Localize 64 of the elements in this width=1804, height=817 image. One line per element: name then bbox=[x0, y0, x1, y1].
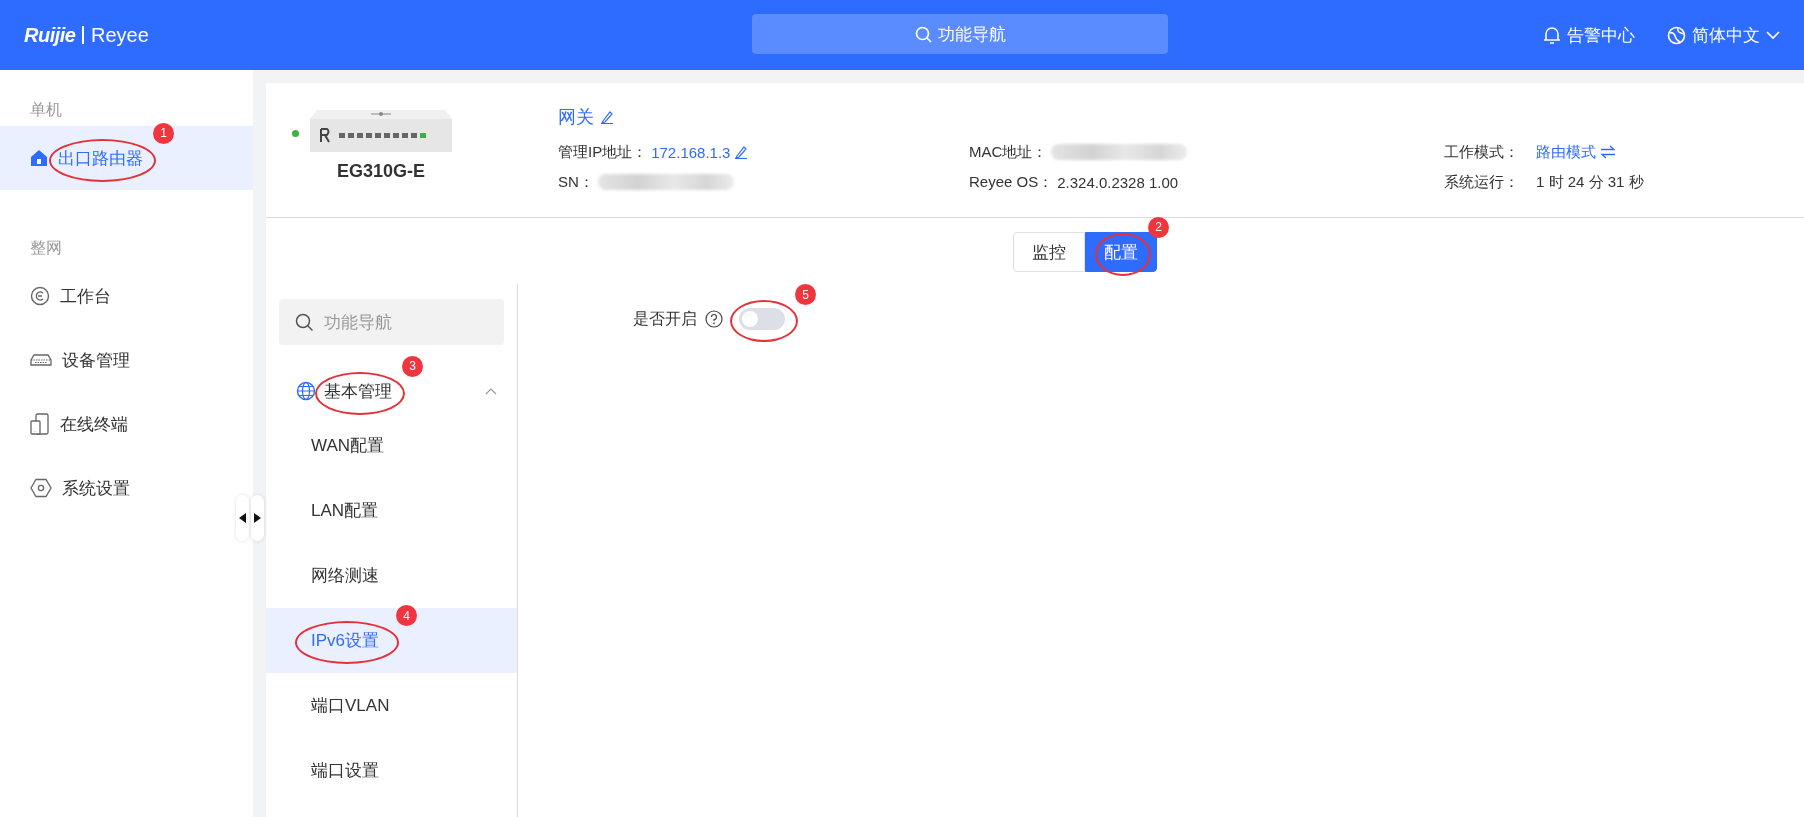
chevron-down-icon bbox=[1766, 30, 1780, 40]
tablet-icon bbox=[30, 413, 50, 435]
collapse-button[interactable] bbox=[236, 495, 249, 541]
sidebar-item[interactable]: 系统设置 bbox=[0, 456, 253, 520]
submenu-label: 网络测速 bbox=[311, 565, 379, 587]
sidebar-label: 工作台 bbox=[60, 285, 111, 308]
submenu-label: IPv6设置 bbox=[311, 630, 380, 652]
globe-icon bbox=[296, 381, 316, 401]
submenu-label: 端口VLAN bbox=[311, 695, 390, 717]
sidebar-item[interactable]: 在线终端 bbox=[0, 392, 253, 456]
submenu-item[interactable]: 端口设置 bbox=[266, 738, 517, 803]
tab[interactable]: 配置 bbox=[1085, 232, 1157, 272]
field-label: MAC地址： bbox=[969, 142, 1048, 162]
annotation-ellipse bbox=[1095, 232, 1151, 276]
language-selector[interactable]: 简体中文 bbox=[1692, 23, 1760, 47]
field-label: Reyee OS： bbox=[969, 172, 1054, 192]
sidebar-label: 在线终端 bbox=[60, 413, 128, 436]
submenu-item[interactable]: 端口VLAN bbox=[266, 673, 517, 738]
settings-icon bbox=[30, 478, 52, 498]
section-title: 单机 bbox=[30, 100, 62, 120]
field-label: 工作模式： bbox=[1444, 142, 1520, 162]
sidebar-label: 系统设置 bbox=[62, 477, 130, 500]
chevron-up-icon bbox=[485, 387, 497, 395]
alerts-link[interactable]: 告警中心 bbox=[1567, 23, 1635, 47]
c-circle-icon bbox=[30, 286, 50, 306]
field-value: 2.324.0.2328 1.00 bbox=[1057, 173, 1179, 191]
field-label: SN： bbox=[558, 172, 594, 192]
menu-group-label: 基本管理 bbox=[324, 380, 392, 403]
mode-link[interactable]: 路由模式 bbox=[1536, 142, 1596, 162]
logo-text: Ruijie bbox=[24, 23, 76, 47]
sidebar-label: 出口路由器 bbox=[58, 147, 143, 170]
submenu-label: WAN配置 bbox=[311, 435, 385, 457]
field-label: 是否开启 bbox=[633, 308, 697, 329]
field-label: 系统运行： bbox=[1444, 172, 1520, 192]
toggle-switch[interactable] bbox=[739, 308, 785, 330]
submenu-label: LAN配置 bbox=[311, 500, 379, 522]
device-name: 网关 bbox=[558, 106, 594, 129]
section-title: 整网 bbox=[30, 238, 62, 258]
field-value: 1 时 24 分 31 秒 bbox=[1536, 172, 1644, 192]
ip-address: 172.168.1.3 bbox=[651, 143, 731, 161]
edit-icon[interactable] bbox=[600, 110, 614, 124]
sidebar-item[interactable]: 设备管理 bbox=[0, 328, 253, 392]
submenu-item[interactable]: WAN配置 bbox=[266, 413, 517, 478]
sidebar-label: 设备管理 bbox=[62, 349, 130, 372]
help-icon bbox=[705, 310, 723, 328]
submenu-item[interactable]: 网络测速 bbox=[266, 543, 517, 608]
field-label: 管理IP地址： bbox=[558, 142, 648, 162]
submenu-label: 端口设置 bbox=[311, 760, 379, 782]
globe-icon bbox=[1667, 25, 1686, 45]
search-icon bbox=[914, 25, 932, 43]
sidebar-item[interactable]: 工作台 bbox=[0, 264, 253, 328]
edit-icon[interactable] bbox=[734, 145, 749, 159]
triangle-right-icon bbox=[254, 513, 261, 523]
logo-text: Reyee bbox=[90, 23, 149, 47]
bell-icon bbox=[1543, 25, 1561, 45]
expand-button[interactable] bbox=[251, 495, 264, 541]
device-model: EG310G-E bbox=[336, 161, 425, 182]
triangle-left-icon bbox=[239, 513, 246, 523]
submenu-item[interactable]: LAN配置 bbox=[266, 478, 517, 543]
tab[interactable]: 监控 bbox=[1013, 232, 1085, 272]
search-icon bbox=[295, 312, 314, 332]
swap-icon[interactable] bbox=[1600, 145, 1616, 159]
annotation-ellipse bbox=[730, 300, 798, 342]
home-icon bbox=[30, 149, 48, 167]
